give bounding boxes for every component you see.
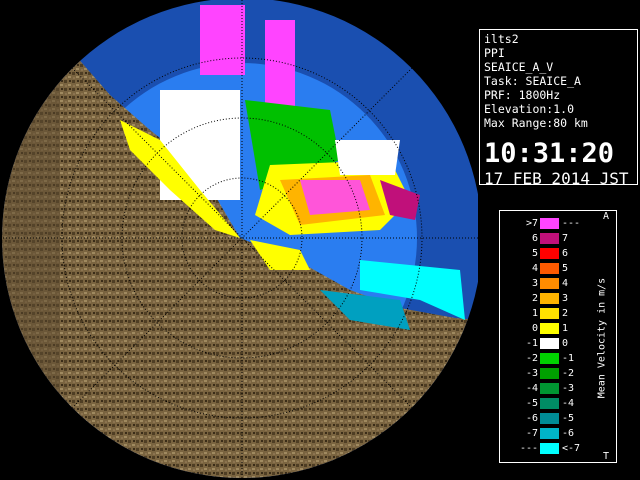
task-label: Task: SEAICE_A xyxy=(484,74,581,88)
time-display: 10:31:20 xyxy=(484,138,615,169)
legend-upper-label: 2 xyxy=(562,308,569,319)
legend-swatch xyxy=(540,368,559,379)
legend-upper-label: -2 xyxy=(562,368,575,379)
legend-swatch xyxy=(540,443,559,454)
legend-lower-label: -5 xyxy=(525,398,538,409)
legend-swatch xyxy=(540,308,559,319)
legend-lower-label: -7 xyxy=(525,428,538,439)
station-name: ilts2 xyxy=(484,32,519,46)
legend-lower-label: --- xyxy=(519,443,538,454)
legend-swatch xyxy=(540,293,559,304)
legend-upper-label: -1 xyxy=(562,353,575,364)
legend-bottom-marker: T xyxy=(603,451,610,462)
legend-upper-label: 0 xyxy=(562,338,569,349)
legend-lower-label: -3 xyxy=(525,368,538,379)
legend-swatch xyxy=(540,323,559,334)
legend-swatch xyxy=(540,428,559,439)
legend-upper-label: 6 xyxy=(562,248,569,259)
legend-swatch xyxy=(540,353,559,364)
legend-swatch xyxy=(540,278,559,289)
legend-swatch xyxy=(540,338,559,349)
legend-upper-label: -4 xyxy=(562,398,575,409)
legend-swatch xyxy=(540,263,559,274)
legend-lower-label: -2 xyxy=(525,353,538,364)
legend-swatch xyxy=(540,398,559,409)
legend-lower-label: 3 xyxy=(531,278,538,289)
legend-upper-label: <-7 xyxy=(562,443,581,454)
legend-lower-label: 6 xyxy=(531,233,538,244)
legend-lower-label: 1 xyxy=(531,308,538,319)
elevation-label: Elevation:1.0 xyxy=(484,102,575,116)
legend-lower-label: 0 xyxy=(531,323,538,334)
legend-lower-label: -6 xyxy=(525,413,538,424)
legend-upper-label: 4 xyxy=(562,278,569,289)
max-range-label: Max Range:80 km xyxy=(484,116,588,130)
date-display: 17 FEB 2014 JST xyxy=(484,169,629,188)
product-type: PPI xyxy=(484,46,505,60)
legend-swatch xyxy=(540,413,559,424)
legend-upper-label: 3 xyxy=(562,293,569,304)
legend-lower-label: -1 xyxy=(525,338,538,349)
info-panel: ilts2 PPI SEAICE_A_V Task: SEAICE_A PRF:… xyxy=(479,29,638,188)
legend-upper-label: -6 xyxy=(562,428,575,439)
legend-upper-label: 7 xyxy=(562,233,569,244)
radar-map xyxy=(0,0,478,480)
velocity-legend: A Mean Velocity in m/s T >7 --- 6 7 5 6 4 5 3 4 2 3… xyxy=(499,210,617,463)
legend-swatch xyxy=(540,383,559,394)
legend-upper-label: 5 xyxy=(562,263,569,274)
legend-title: Mean Velocity in m/s xyxy=(596,277,608,399)
legend-lower-label: 2 xyxy=(531,293,538,304)
legend-lower-label: 5 xyxy=(531,248,538,259)
legend-lower-label: -4 xyxy=(525,383,538,394)
legend-upper-label: 1 xyxy=(562,323,569,334)
task-name: SEAICE_A_V xyxy=(484,60,554,74)
legend-upper-label: --- xyxy=(562,218,581,229)
legend-upper-label: -5 xyxy=(562,413,575,424)
legend-swatch xyxy=(540,233,559,244)
legend-top-marker: A xyxy=(603,211,610,222)
prf-label: PRF: 1800Hz xyxy=(484,88,561,102)
legend-swatch xyxy=(540,248,559,259)
legend-swatch xyxy=(540,218,559,229)
legend-upper-label: -3 xyxy=(562,383,575,394)
legend-lower-label: >7 xyxy=(525,218,538,229)
legend-lower-label: 4 xyxy=(531,263,538,274)
